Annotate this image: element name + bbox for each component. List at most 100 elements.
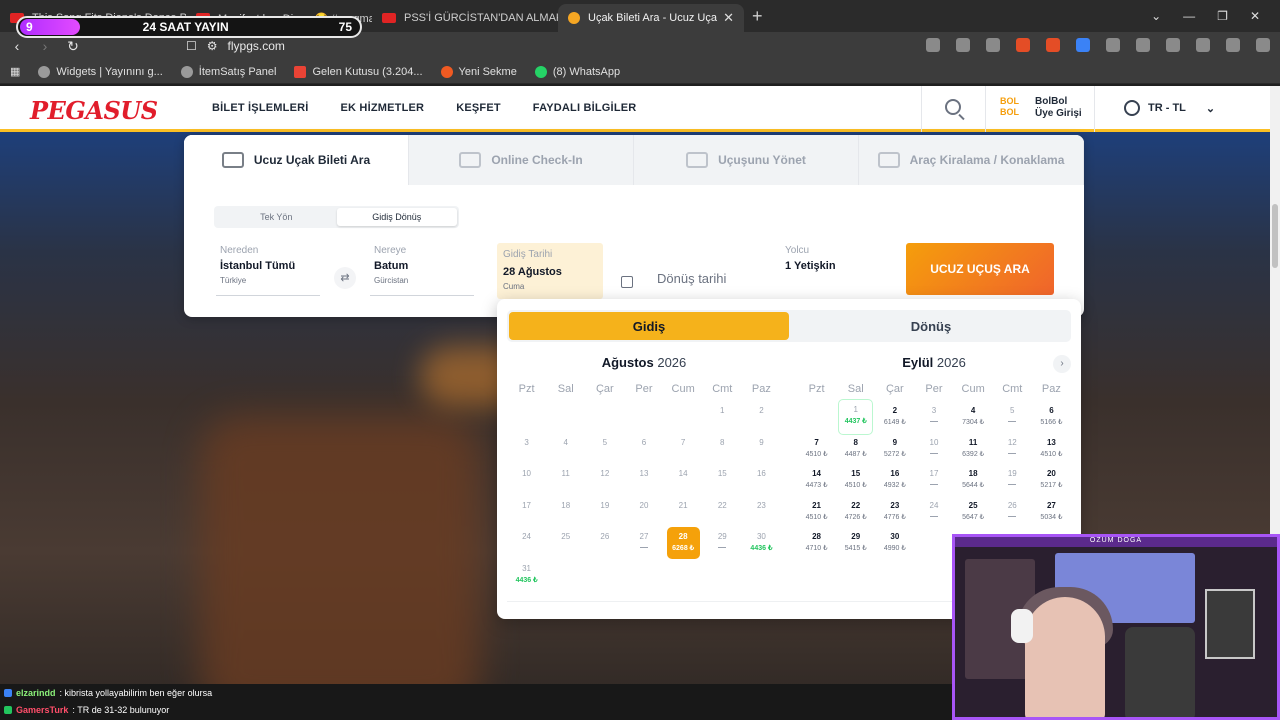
calendar-day[interactable]: 22 — [703, 496, 742, 528]
browser-tab-active[interactable]: Uçak Bileti Ara - Ucuz Uçak Bileti...✕ — [558, 4, 744, 32]
calendar-day[interactable]: 21 — [664, 496, 703, 528]
search-flights-button[interactable]: UCUZ UÇUŞ ARA — [906, 243, 1054, 295]
calendar-day[interactable]: 26 — [993, 496, 1032, 528]
tab-return[interactable]: Dönüş — [791, 310, 1071, 342]
tab-car-hotel[interactable]: Araç Kiralama / Konaklama — [859, 135, 1084, 185]
calendar-day[interactable]: 18 5644 ₺ — [954, 464, 993, 496]
tab-search-icon[interactable]: ⌄ — [1151, 9, 1161, 23]
minimize-icon[interactable]: — — [1183, 9, 1195, 23]
bookmark-item[interactable]: Widgets | Yayınını g... — [38, 65, 163, 78]
calendar-day[interactable]: 2 6149 ₺ — [875, 401, 914, 433]
calendar-day[interactable]: 10 — [914, 433, 953, 465]
calendar-day[interactable]: 6 5166 ₺ — [1032, 401, 1071, 433]
tab-flight-search[interactable]: Ucuz Uçak Bileti Ara — [184, 135, 409, 185]
wallet-icon[interactable] — [1166, 38, 1180, 52]
close-window-icon[interactable]: ✕ — [1250, 9, 1260, 23]
apps-grid-icon[interactable]: ▦ — [10, 65, 20, 78]
scroll-thumb[interactable] — [1272, 204, 1278, 268]
bookmark-item[interactable]: (8) WhatsApp — [534, 65, 620, 78]
calendar-day[interactable]: 8 — [703, 433, 742, 465]
calendar-day[interactable]: 7 4510 ₺ — [797, 433, 836, 465]
calendar-day[interactable]: 24 — [507, 527, 546, 559]
search-icon[interactable] — [945, 99, 961, 115]
calendar-day[interactable]: 11 6392 ₺ — [954, 433, 993, 465]
to-field[interactable]: Nereye Batum Gürcistan — [370, 245, 474, 296]
puzzle-icon[interactable] — [1106, 38, 1120, 52]
bookmark-item[interactable]: İtemSatış Panel — [180, 65, 276, 78]
menu-icon[interactable] — [1256, 38, 1270, 52]
calendar-day[interactable]: 14 — [664, 464, 703, 496]
from-field[interactable]: Nereden İstanbul Tümü Türkiye — [216, 245, 320, 296]
reader-icon[interactable] — [986, 38, 1000, 52]
calendar-day[interactable]: 29 — [703, 527, 742, 559]
calendar-day[interactable]: 4 7304 ₺ — [954, 401, 993, 433]
calendar-day[interactable]: 6 — [624, 433, 663, 465]
nav-ek-hizmetler[interactable]: EK HİZMETLER — [341, 102, 425, 114]
brave-rewards-icon[interactable] — [1046, 38, 1060, 52]
reload-icon[interactable]: ↻ — [62, 38, 84, 55]
calendar-day[interactable]: 10 — [507, 464, 546, 496]
brave-shield-icon[interactable] — [1016, 38, 1030, 52]
calendar-day[interactable]: 4 — [546, 433, 585, 465]
calendar-day[interactable]: 3 — [507, 433, 546, 465]
calendar-day[interactable]: 25 — [546, 527, 585, 559]
calendar-day[interactable]: 11 — [546, 464, 585, 496]
nav-bilet-islemleri[interactable]: BİLET İŞLEMLERİ — [212, 102, 309, 114]
passenger-field[interactable]: Yolcu 1 Yetişkin — [785, 245, 836, 272]
calendar-day[interactable]: 27 5034 ₺ — [1032, 496, 1071, 528]
swap-icon[interactable]: ⇄ — [334, 267, 356, 289]
calendar-day[interactable]: 14 4473 ₺ — [797, 464, 836, 496]
ai-icon[interactable] — [1196, 38, 1210, 52]
calendar-day[interactable]: 8 4487 ₺ — [836, 433, 875, 465]
calendar-day[interactable]: 1 4437 ₺ — [838, 399, 874, 435]
calendar-day[interactable]: 7 — [664, 433, 703, 465]
browser-tab[interactable]: PSS'İ GÜRCİSTAN'DAN ALMAK MAN... — [372, 4, 558, 32]
calendar-day[interactable]: 19 — [993, 464, 1032, 496]
return-date-field[interactable]: Dönüş tarihi — [657, 271, 726, 286]
bookmark-item[interactable]: Gelen Kutusu (3.204... — [294, 65, 423, 78]
calendar-day[interactable]: 26 — [585, 527, 624, 559]
calendar-day[interactable]: 15 — [703, 464, 742, 496]
tab-departure[interactable]: Gidiş — [509, 312, 789, 340]
vpn-icon[interactable] — [1226, 38, 1240, 52]
language-selector[interactable]: TR - TL ⌄ — [1124, 100, 1215, 116]
close-tab-icon[interactable]: ✕ — [717, 10, 734, 26]
calendar-day[interactable]: 13 4510 ₺ — [1032, 433, 1071, 465]
calendar-day[interactable]: 15 4510 ₺ — [836, 464, 875, 496]
calendar-day[interactable]: 23 4776 ₺ — [875, 496, 914, 528]
site-info-icon[interactable]: ⚙ — [207, 39, 218, 53]
calendar-day[interactable]: 16 4932 ₺ — [875, 464, 914, 496]
calendar-day[interactable]: 9 — [742, 433, 781, 465]
round-trip-option[interactable]: Gidiş Dönüş — [336, 208, 457, 226]
calendar-day[interactable]: 17 — [914, 464, 953, 496]
calendar-day[interactable]: 23 — [742, 496, 781, 528]
nav-faydali-bilgiler[interactable]: FAYDALI BİLGİLER — [533, 102, 637, 114]
maximize-icon[interactable]: ❐ — [1217, 9, 1228, 23]
calendar-day[interactable]: 13 — [624, 464, 663, 496]
calendar-day[interactable]: 3 — [914, 401, 953, 433]
bookmark-item[interactable]: Yeni Sekme — [440, 65, 517, 78]
calendar-day[interactable]: 21 4510 ₺ — [797, 496, 836, 528]
calendar-day[interactable]: 31 4436 ₺ — [507, 559, 546, 591]
bolbol-login[interactable]: BolBol Üye Girişi — [1035, 96, 1082, 120]
url-field[interactable]: ☐ ⚙ flypgs.com — [186, 36, 1026, 56]
pegasus-logo[interactable]: PEGASUS — [30, 96, 158, 125]
new-tab-button[interactable]: + — [752, 6, 763, 27]
calendar-day[interactable]: 20 — [624, 496, 663, 528]
profile-icon[interactable] — [1136, 38, 1150, 52]
calendar-day[interactable]: 17 — [507, 496, 546, 528]
calendar-day[interactable]: 25 5647 ₺ — [954, 496, 993, 528]
calendar-day[interactable]: 2 — [742, 401, 781, 433]
bookmark-icon[interactable]: ☐ — [186, 39, 197, 53]
calendar-day[interactable]: 29 5415 ₺ — [836, 527, 875, 559]
calendar-day[interactable]: 18 — [546, 496, 585, 528]
calendar-day[interactable]: 24 — [914, 496, 953, 528]
back-icon[interactable]: ‹ — [6, 38, 28, 54]
calendar-day[interactable]: 30 4436 ₺ — [742, 527, 781, 559]
nav-kesfet[interactable]: KEŞFET — [456, 102, 501, 114]
calendar-day[interactable]: 12 — [585, 464, 624, 496]
calendar-day[interactable]: 27 — [624, 527, 663, 559]
extension-icon[interactable] — [1076, 38, 1090, 52]
calendar-day[interactable]: 19 — [585, 496, 624, 528]
depart-date-field[interactable]: Gidiş Tarihi 28 Ağustos Cuma — [497, 243, 603, 299]
